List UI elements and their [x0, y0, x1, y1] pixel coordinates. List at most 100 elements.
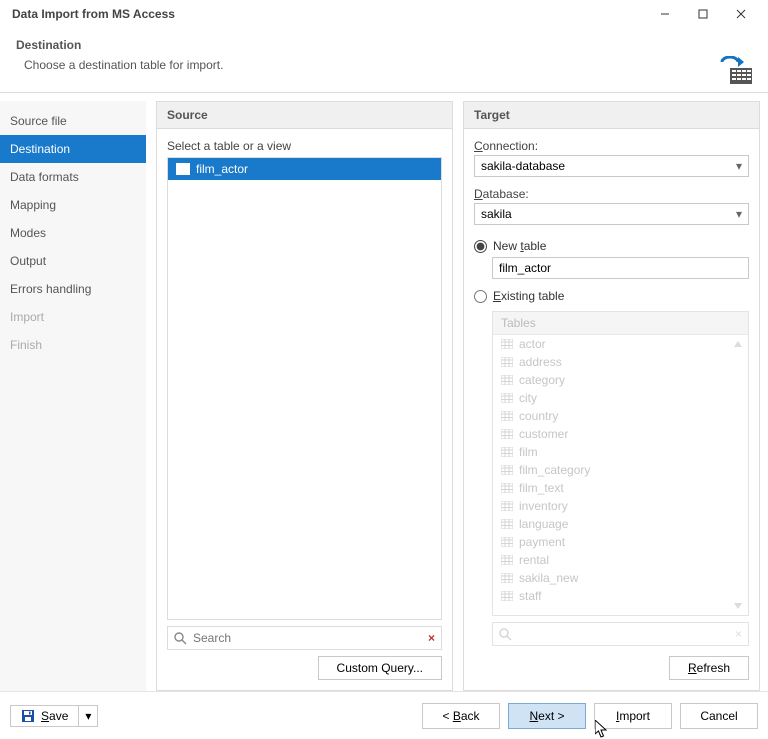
table-row-label: country: [519, 409, 558, 423]
import-icon: [718, 56, 752, 86]
table-row: sakila_new: [493, 569, 748, 587]
window-title: Data Import from MS Access: [8, 7, 646, 21]
new-table-name-input[interactable]: [492, 257, 749, 279]
save-label: Save: [41, 709, 68, 723]
connection-value: sakila-database: [481, 159, 565, 173]
table-row-label: staff: [519, 589, 541, 603]
step-import: Import: [0, 303, 146, 331]
table-row: city: [493, 389, 748, 407]
table-row: staff: [493, 587, 748, 605]
table-icon: [176, 163, 190, 175]
close-button[interactable]: [722, 0, 760, 28]
table-row: actor: [493, 335, 748, 353]
import-button[interactable]: Import: [594, 703, 672, 729]
connection-label: Connection:: [474, 139, 538, 153]
step-modes[interactable]: Modes: [0, 219, 146, 247]
table-row: country: [493, 407, 748, 425]
source-panel: Source Select a table or a view film_act…: [156, 101, 453, 691]
main-content: Source file Destination Data formats Map…: [0, 101, 768, 691]
table-row-label: customer: [519, 427, 568, 441]
titlebar: Data Import from MS Access: [0, 0, 768, 28]
minimize-button[interactable]: [646, 0, 684, 28]
step-data-formats[interactable]: Data formats: [0, 163, 146, 191]
connection-dropdown[interactable]: sakila-database ▾: [474, 155, 749, 177]
step-output[interactable]: Output: [0, 247, 146, 275]
table-row-label: film_text: [519, 481, 564, 495]
new-table-radio-input[interactable]: [474, 240, 487, 253]
search-icon: [499, 628, 512, 641]
chevron-down-icon: ▾: [736, 159, 742, 173]
table-row: payment: [493, 533, 748, 551]
source-select-label: Select a table or a view: [167, 139, 442, 153]
save-split-button[interactable]: Save ▾: [10, 705, 98, 727]
existing-tables-box: Tables actor address category city country cu…: [492, 311, 749, 616]
new-table-label: New table: [493, 239, 546, 253]
table-row: customer: [493, 425, 748, 443]
table-row: film: [493, 443, 748, 461]
source-table-list[interactable]: film_actor: [167, 157, 442, 620]
content-columns: Source Select a table or a view film_act…: [146, 101, 760, 691]
wizard-footer: Save ▾ < Back Next > Import Cancel: [0, 691, 768, 739]
source-search-input[interactable]: [193, 631, 422, 645]
table-row-label: rental: [519, 553, 549, 567]
wizard-header: Destination Choose a destination table f…: [0, 28, 768, 84]
step-source-file[interactable]: Source file: [0, 107, 146, 135]
header-divider: [0, 92, 768, 93]
table-row: film_category: [493, 461, 748, 479]
step-finish: Finish: [0, 331, 146, 359]
step-errors-handling[interactable]: Errors handling: [0, 275, 146, 303]
back-button[interactable]: < Back: [422, 703, 500, 729]
table-row-label: city: [519, 391, 537, 405]
database-value: sakila: [481, 207, 512, 221]
save-dropdown-toggle[interactable]: ▾: [79, 705, 98, 727]
tables-header: Tables: [493, 312, 748, 335]
page-title: Destination: [16, 38, 752, 52]
search-icon: [174, 632, 187, 645]
step-mapping[interactable]: Mapping: [0, 191, 146, 219]
table-row-label: payment: [519, 535, 565, 549]
table-row-label: actor: [519, 337, 546, 351]
clear-icon[interactable]: ×: [428, 631, 435, 645]
target-panel-title: Target: [464, 102, 759, 129]
table-row-label: sakila_new: [519, 571, 578, 585]
source-item-film-actor[interactable]: film_actor: [168, 158, 441, 180]
table-row: rental: [493, 551, 748, 569]
target-panel: Target Connection: sakila-database ▾ Dat…: [463, 101, 760, 691]
tables-list[interactable]: actor address category city country customer f…: [493, 335, 748, 615]
chevron-down-icon: ▾: [85, 709, 91, 723]
database-dropdown[interactable]: sakila ▾: [474, 203, 749, 225]
table-row: category: [493, 371, 748, 389]
existing-table-radio[interactable]: Existing table: [474, 289, 749, 303]
table-row: address: [493, 353, 748, 371]
page-description: Choose a destination table for import.: [16, 58, 752, 72]
source-panel-title: Source: [157, 102, 452, 129]
table-row: inventory: [493, 497, 748, 515]
cancel-button[interactable]: Cancel: [680, 703, 758, 729]
maximize-button[interactable]: [684, 0, 722, 28]
existing-table-radio-input[interactable]: [474, 290, 487, 303]
table-row-label: inventory: [519, 499, 568, 513]
chevron-down-icon: ▾: [736, 207, 742, 221]
table-row-label: address: [519, 355, 562, 369]
window-controls: [646, 0, 760, 28]
table-row: film_text: [493, 479, 748, 497]
table-row: language: [493, 515, 748, 533]
table-row-label: film: [519, 445, 538, 459]
table-row-label: film_category: [519, 463, 590, 477]
custom-query-button[interactable]: Custom Query...: [318, 656, 442, 680]
save-button[interactable]: Save: [10, 705, 79, 727]
table-row-label: category: [519, 373, 565, 387]
new-table-radio[interactable]: New table: [474, 239, 749, 253]
save-icon: [21, 709, 35, 723]
database-label: Database:: [474, 187, 529, 201]
table-row-label: language: [519, 517, 568, 531]
target-search: ×: [492, 622, 749, 646]
clear-icon: ×: [735, 627, 742, 641]
source-search[interactable]: ×: [167, 626, 442, 650]
refresh-button[interactable]: Refresh: [669, 656, 749, 680]
source-item-label: film_actor: [196, 162, 248, 176]
existing-table-label: Existing table: [493, 289, 564, 303]
next-button[interactable]: Next >: [508, 703, 586, 729]
step-destination[interactable]: Destination: [0, 135, 146, 163]
wizard-steps: Source file Destination Data formats Map…: [0, 101, 146, 691]
